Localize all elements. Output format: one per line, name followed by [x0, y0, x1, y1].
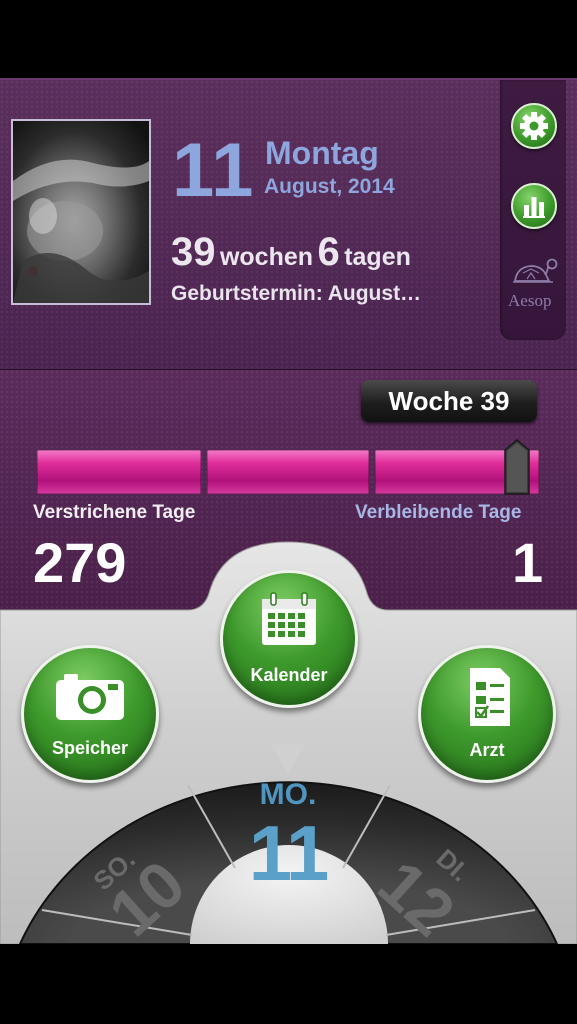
calendar-button[interactable]: Kalender	[220, 570, 358, 708]
app-screen: 11 Montag August, 2014 39 wochen 6 tagen…	[0, 0, 577, 1024]
gear-icon	[520, 112, 548, 140]
weeks-label: wochen	[219, 243, 314, 271]
day-number: 11	[172, 128, 255, 213]
statistics-button[interactable]	[511, 183, 557, 229]
turtle-icon	[513, 258, 558, 283]
week-badge[interactable]: Woche 39	[361, 380, 537, 422]
days-label: tagen	[344, 243, 411, 271]
days-value: 6	[317, 230, 340, 274]
weeks-value: 39	[171, 230, 216, 274]
weekday-label: Montag	[265, 135, 379, 171]
current-day-number: 11	[248, 809, 329, 897]
month-year-label: August, 2014	[264, 175, 395, 198]
pregnancy-progress-bar	[37, 450, 539, 494]
elapsed-days-label: Verstrichene Tage	[33, 502, 196, 523]
aesop-label: Aesop	[508, 291, 552, 310]
calendar-label: Kalender	[250, 665, 328, 685]
ultrasound-photo[interactable]	[11, 119, 151, 305]
progress-segment-2	[207, 450, 369, 494]
bar-chart-icon	[523, 197, 545, 218]
calendar-icon	[262, 592, 316, 645]
current-weekday-abbr: MO.	[259, 778, 317, 811]
remaining-days-label: Verbleibende Tage	[355, 502, 522, 523]
settings-button[interactable]	[511, 103, 557, 149]
pregnancy-duration: 39 wochen 6 tagen	[171, 230, 411, 275]
camera-icon	[56, 674, 124, 720]
due-date-text: Geburtstermin: August…	[171, 282, 422, 305]
bottom-letterbox	[0, 944, 577, 1024]
progress-segment-1	[37, 450, 201, 494]
top-letterbox	[0, 0, 577, 78]
aesop-logo[interactable]: Aesop	[503, 255, 563, 315]
progress-slider-handle[interactable]	[503, 438, 531, 496]
checklist-icon	[470, 668, 510, 726]
